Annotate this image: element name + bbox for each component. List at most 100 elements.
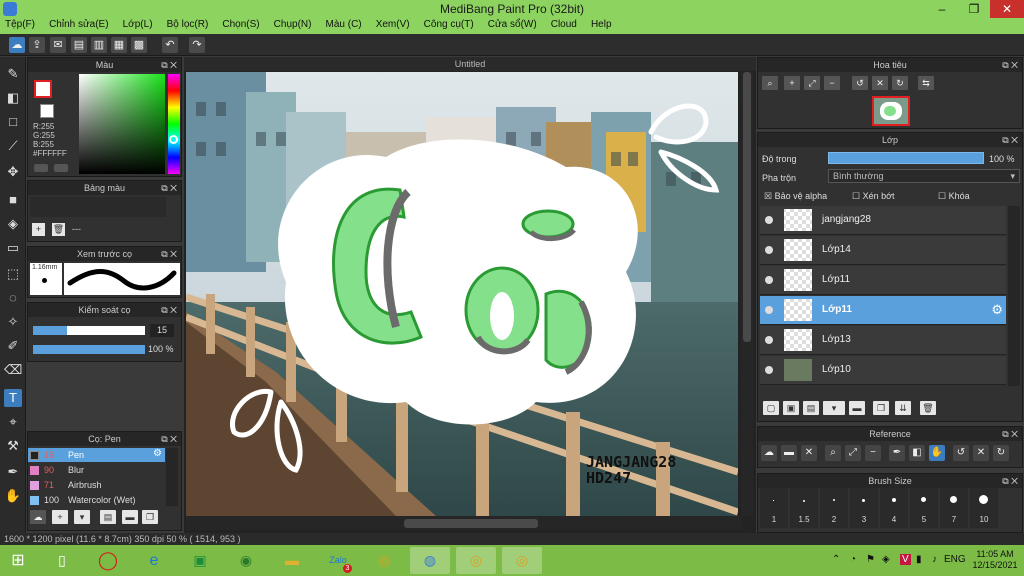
gradient-tool-icon[interactable]: ▭ — [4, 239, 22, 257]
panel-controls-icon[interactable]: ⧉ ✕ — [1002, 133, 1018, 147]
size-preset[interactable]: 1.5 — [790, 488, 818, 528]
layer-row-selected[interactable]: Lớp11 ⚙ — [760, 296, 1006, 325]
comment-icon[interactable]: ✉ — [50, 37, 66, 53]
duplicate-layer-icon[interactable]: ❐ — [873, 401, 889, 415]
layer-opacity-slider[interactable] — [828, 152, 984, 164]
shape-tool-icon[interactable]: □ — [4, 113, 22, 131]
hue-slider[interactable] — [168, 74, 180, 174]
zalo-icon[interactable]: Zalo 3 — [318, 547, 358, 574]
flag-icon[interactable]: ⚑ — [866, 554, 875, 565]
brush-item[interactable]: 90 Blur — [28, 463, 165, 477]
layer-list-scrollbar[interactable] — [1008, 206, 1020, 386]
layer-menu-icon[interactable]: ▾ — [823, 401, 845, 415]
hand-tool-icon[interactable]: ✋ — [4, 487, 22, 505]
language-indicator[interactable]: ENG — [944, 554, 966, 565]
new-8bit-layer-icon[interactable]: ▤ — [803, 401, 819, 415]
actual-size-icon[interactable]: ✕ — [872, 76, 888, 90]
menu-file[interactable]: Tệp(F) — [5, 18, 35, 30]
brush-tool-icon[interactable]: ✎ — [4, 65, 22, 83]
cloud-icon[interactable]: ☁ — [761, 445, 777, 461]
document-icon[interactable]: ▤ — [71, 37, 87, 53]
menu-cloud[interactable]: Cloud — [551, 18, 577, 30]
delete-layer-icon[interactable]: 🗑 — [920, 401, 936, 415]
brush-list-scrollbar[interactable] — [166, 448, 178, 506]
app-tray-icon[interactable]: ◈ — [882, 554, 890, 565]
layer-row[interactable]: Lớp13 — [760, 326, 1006, 355]
tiles-icon[interactable]: ▩ — [131, 37, 147, 53]
flip-icon[interactable]: ⇆ — [918, 76, 934, 90]
medibang-icon[interactable]: ◍ — [410, 547, 450, 574]
rotate-left-icon[interactable]: ↺ — [852, 76, 868, 90]
zoom-out-icon[interactable]: − — [824, 76, 840, 90]
menu-snap[interactable]: Chụp(N) — [274, 18, 312, 30]
palette-list[interactable] — [30, 197, 166, 217]
page-icon[interactable]: ▥ — [91, 37, 107, 53]
select-rect-icon[interactable]: ⬚ — [4, 265, 22, 283]
menu-filter[interactable]: Bộ lọc(R) — [167, 18, 209, 30]
hue-handle[interactable] — [169, 135, 178, 144]
brush-item[interactable]: 15 Pen ⚙ — [28, 448, 165, 462]
color-wheel-toggle-icon[interactable] — [54, 164, 68, 172]
eyedropper-icon[interactable]: ✒ — [4, 463, 22, 481]
menu-window[interactable]: Cửa sổ(W) — [488, 18, 537, 30]
saturation-picker[interactable] — [79, 74, 165, 174]
magic-wand-icon[interactable]: ✧ — [4, 313, 22, 331]
fit-icon[interactable]: ⤢ — [804, 76, 820, 90]
bucket-tool-icon[interactable]: ⌖ — [4, 413, 22, 431]
actual-size-icon[interactable]: ✕ — [973, 445, 989, 461]
add-palette-icon[interactable]: + — [32, 223, 45, 236]
menu-edit[interactable]: Chỉnh sửa(E) — [49, 18, 109, 30]
undo-icon[interactable]: ↶ — [162, 37, 178, 53]
visibility-icon[interactable] — [765, 306, 773, 314]
brush-size-value[interactable]: 15 — [150, 324, 174, 337]
chrome-icon[interactable]: ◎ — [456, 547, 496, 574]
opera-icon[interactable]: ◯ — [88, 547, 128, 574]
secondary-color-swatch[interactable] — [40, 104, 54, 118]
move-tool-icon[interactable]: ✥ — [4, 163, 22, 181]
fit-icon[interactable]: ⤢ — [845, 445, 861, 461]
size-preset[interactable]: 7 — [940, 488, 968, 528]
grid-icon[interactable]: ▦ — [111, 37, 127, 53]
chrome-icon[interactable]: ◎ — [364, 547, 404, 574]
internet-explorer-icon[interactable]: e — [134, 547, 174, 574]
cloud-brush-icon[interactable]: ☁ — [30, 510, 46, 524]
restore-button[interactable]: ❐ — [960, 0, 988, 18]
layer-row[interactable]: Lớp10 — [760, 356, 1006, 385]
share-icon[interactable]: ⇪ — [29, 37, 45, 53]
clock[interactable]: 11:05 AM 12/15/2021 — [972, 549, 1018, 571]
store-icon[interactable]: ▣ — [180, 547, 220, 574]
eraser-tool-icon[interactable]: ◧ — [909, 445, 925, 461]
protect-alpha-checkbox[interactable]: ☒ Bảo vệ alpha — [764, 191, 827, 202]
volume-icon[interactable]: ♪ — [932, 554, 937, 565]
visibility-icon[interactable] — [765, 276, 773, 284]
blend-mode-select[interactable]: Bình thường ▾ — [828, 169, 1020, 183]
menu-select[interactable]: Chọn(S) — [222, 18, 259, 30]
chrome-icon[interactable]: ◎ — [502, 547, 542, 574]
primary-color-swatch[interactable] — [34, 80, 52, 98]
cloud-icon[interactable]: ☁ — [9, 37, 25, 53]
brush-size-slider[interactable] — [33, 326, 145, 335]
hand-tool-icon[interactable]: ✋ — [929, 445, 945, 461]
vivaldi-icon[interactable]: V — [900, 554, 911, 565]
brush-item[interactable]: 100 Watercolor (Wet) — [28, 493, 165, 507]
size-preset[interactable]: 4 — [880, 488, 908, 528]
visibility-icon[interactable] — [765, 366, 773, 374]
menu-layer[interactable]: Lớp(L) — [123, 18, 153, 30]
windows-start-icon[interactable]: ⊞ — [0, 547, 36, 574]
app-icon[interactable]: ◉ — [226, 547, 266, 574]
navigator-thumbnail[interactable] — [872, 96, 910, 126]
layer-folder-icon[interactable]: ▬ — [849, 401, 865, 415]
visibility-icon[interactable] — [765, 246, 773, 254]
merge-layer-icon[interactable]: ⇊ — [895, 401, 911, 415]
zoom-in-icon[interactable]: + — [784, 76, 800, 90]
close-icon[interactable]: ✕ — [801, 445, 817, 461]
file-icon[interactable]: ▯ — [42, 547, 82, 574]
gear-icon[interactable]: ⚙ — [991, 302, 1003, 318]
size-preset[interactable]: 1 — [760, 488, 788, 528]
folder-icon[interactable]: ▬ — [122, 510, 138, 524]
brush-opacity-slider[interactable] — [33, 345, 145, 354]
palette-toggle-icon[interactable] — [34, 164, 48, 172]
new-halftone-layer-icon[interactable]: ▣ — [783, 401, 799, 415]
panel-controls-icon[interactable]: ⧉ ✕ — [161, 303, 177, 317]
panel-controls-icon[interactable]: ⧉ ✕ — [1002, 58, 1018, 72]
